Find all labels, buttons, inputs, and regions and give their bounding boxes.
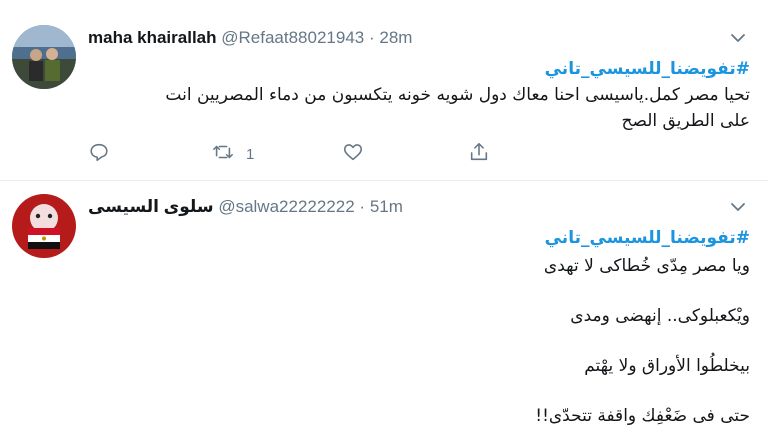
retweet-button[interactable]: 1 [212,142,254,166]
chevron-down-icon[interactable] [730,30,746,46]
share-button[interactable] [468,142,490,166]
heart-icon [342,141,364,167]
tweet-text-line: حتى فى ضَعْفِك واقفة تتحدّى!! [535,406,750,426]
separator-dot: · [359,197,366,216]
hashtag-link[interactable]: #تفويضنا_للسيسي_تاني [88,56,750,82]
tweet[interactable]: maha khairallah @Refaat88021943 · 28m #ت… [0,0,768,181]
retweet-count: 1 [246,145,255,163]
share-icon [468,141,490,167]
display-name[interactable]: maha khairallah [88,28,217,47]
user-handle[interactable]: @salwa22222222 [218,197,354,216]
like-button[interactable] [342,142,364,166]
reply-button[interactable] [88,142,110,166]
hashtag-link[interactable]: #تفويضنا_للسيسي_تاني [88,225,750,251]
reply-icon [88,141,110,167]
tweet-text-line: تحيا مصر كمل.ياسيسى احنا معاك دول شويه خ… [165,85,750,105]
avatar[interactable] [12,25,76,89]
user-handle[interactable]: @Refaat88021943 [221,28,364,47]
tweet-text-line: على الطريق الصح [621,111,750,131]
retweet-icon [212,141,234,167]
tweet-header: سلوى السيسى @salwa22222222 · 51m [88,197,403,217]
display-name[interactable]: سلوى السيسى [88,197,214,216]
timestamp[interactable]: 51m [370,197,403,216]
tweet-text-line: ويا مصر مِدّى خُطاكى لا تهدى [543,256,750,276]
timestamp[interactable]: 28m [379,28,412,47]
tweet-header: maha khairallah @Refaat88021943 · 28m [88,28,412,48]
tweet[interactable]: سلوى السيسى @salwa22222222 · 51m #تفويضن… [0,181,768,433]
tweet-text-line: ويْكعبلوكى.. إنهضى ومدى [570,306,750,326]
chevron-down-icon[interactable] [730,199,746,215]
tweet-text: #تفويضنا_للسيسي_تاني تحيا مصر كمل.ياسيسى… [88,56,750,134]
tweet-text: #تفويضنا_للسيسي_تاني ويا مصر مِدّى خُطاك… [88,225,750,431]
tweet-text-line: بيخلطُوا الأوراق ولا يهْتم [584,356,750,376]
separator-dot: · [368,28,375,47]
avatar[interactable] [12,194,76,258]
